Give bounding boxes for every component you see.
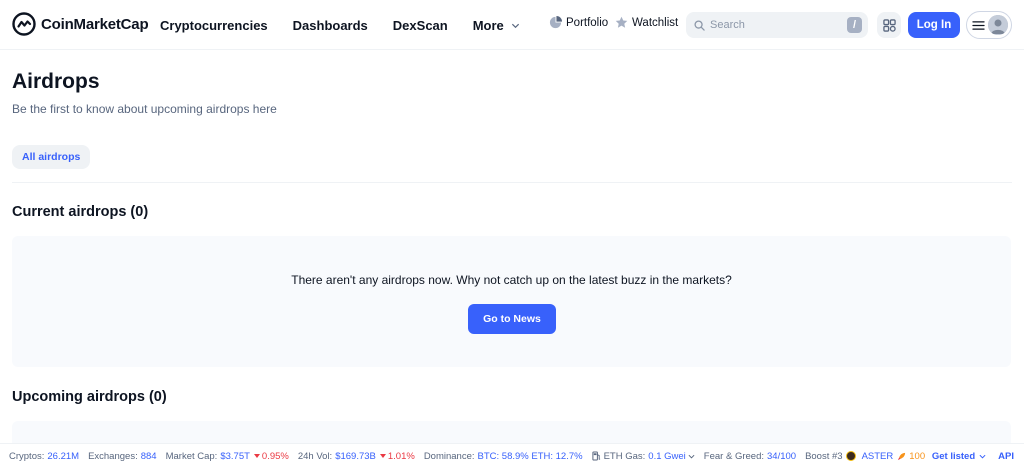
search-icon <box>694 19 705 31</box>
pie-chart-icon <box>549 16 562 29</box>
search-shortcut-key: / <box>847 17 862 33</box>
stat-volume-value: $169.73B <box>335 450 376 462</box>
tab-all-airdrops[interactable]: All airdrops <box>12 145 91 169</box>
page-title: Airdrops <box>12 70 100 93</box>
gas-pump-icon <box>591 451 600 461</box>
coinmarketcap-logo-icon <box>12 12 36 36</box>
watchlist-link[interactable]: Watchlist <box>615 16 678 29</box>
stat-cryptos[interactable]: Cryptos: 26.21M <box>9 451 79 462</box>
portfolio-link[interactable]: Portfolio <box>549 16 608 29</box>
login-button[interactable]: Log In <box>908 12 960 38</box>
stat-24h-volume[interactable]: 24h Vol: $169.73B 1.01% <box>298 451 415 462</box>
go-to-news-button[interactable]: Go to News <box>468 304 556 334</box>
stat-eth-gas[interactable]: ETH Gas: 0.1 Gwei <box>591 450 695 462</box>
api-link[interactable]: API <box>998 451 1014 462</box>
upcoming-airdrops-title: Upcoming airdrops (0) <box>12 389 167 405</box>
user-avatar-icon <box>988 15 1008 35</box>
empty-state-message: There aren't any airdrops now. Why not c… <box>291 273 732 287</box>
stat-cryptos-label: Cryptos: <box>9 450 45 462</box>
apps-button[interactable] <box>877 12 901 38</box>
nav-more[interactable]: More <box>473 18 520 33</box>
chevron-down-icon <box>979 454 986 459</box>
nav-dashboards[interactable]: Dashboards <box>293 18 368 33</box>
brand-name: CoinMarketCap <box>41 15 149 33</box>
stat-boost-coin: ASTER <box>861 450 894 462</box>
nav-dexscan[interactable]: DexScan <box>393 18 448 33</box>
stat-gas-label: ETH Gas: <box>603 450 646 462</box>
stat-dominance-label: Dominance: <box>423 450 475 462</box>
nav-more-label: More <box>472 17 504 33</box>
section-divider <box>12 182 1012 183</box>
stat-market-cap[interactable]: Market Cap: $3.75T 0.95% <box>166 451 289 462</box>
main-nav: Cryptocurrencies Dashboards DexScan More <box>160 0 545 50</box>
hamburger-menu-icon <box>972 20 985 30</box>
stat-gas-value: 0.1 Gwei <box>648 450 686 462</box>
stat-market-cap-value: $3.75T <box>220 450 250 462</box>
portfolio-label: Portfolio <box>566 16 609 29</box>
apps-grid-icon <box>882 18 896 32</box>
stat-market-cap-change: 0.95% <box>254 451 289 462</box>
watchlist-label: Watchlist <box>632 16 679 29</box>
top-header: CoinMarketCap Cryptocurrencies Dashboard… <box>0 0 1024 50</box>
get-listed-link[interactable]: Get listed <box>932 451 986 462</box>
stat-cryptos-value: 26.21M <box>47 450 80 462</box>
aster-coin-icon <box>845 451 856 461</box>
user-menu-button[interactable] <box>966 11 1012 39</box>
search-input[interactable] <box>710 19 840 31</box>
get-listed-label: Get listed <box>931 451 976 462</box>
stat-volume-label: 24h Vol: <box>297 450 333 462</box>
star-icon <box>615 16 628 28</box>
stat-exchanges-value: 884 <box>140 450 157 462</box>
stat-fear-value: 34/100 <box>767 450 797 462</box>
stat-dominance-value: BTC: 58.9% ETH: 12.7% <box>477 450 583 462</box>
nav-cryptocurrencies[interactable]: Cryptocurrencies <box>160 18 268 33</box>
stat-boost-label: Boost #3 <box>805 450 843 462</box>
coinmarketcap-logo[interactable]: CoinMarketCap <box>12 12 149 36</box>
page-subtitle: Be the first to know about upcoming aird… <box>12 102 277 116</box>
stat-fear-greed[interactable]: Fear & Greed: 34/100 <box>704 451 796 462</box>
current-airdrops-title: Current airdrops (0) <box>12 204 149 220</box>
global-stats-bar: Cryptos: 26.21M Exchanges: 884 Market Ca… <box>0 443 1024 468</box>
avatar <box>988 15 1008 35</box>
stat-fear-label: Fear & Greed: <box>703 450 764 462</box>
stat-exchanges-label: Exchanges: <box>88 450 138 462</box>
stat-boost[interactable]: Boost #3 ASTER 100 <box>805 451 925 462</box>
chevron-down-icon <box>688 454 695 458</box>
stat-market-cap-label: Market Cap: <box>165 450 218 462</box>
stat-exchanges[interactable]: Exchanges: 884 <box>88 451 157 462</box>
footer-links: Get listed API <box>920 444 1014 468</box>
current-airdrops-empty-state: There aren't any airdrops now. Why not c… <box>12 236 1011 367</box>
search-box[interactable]: / <box>686 12 868 38</box>
stat-volume-change: 1.01% <box>380 451 415 462</box>
chevron-down-icon <box>511 23 519 28</box>
stat-dominance[interactable]: Dominance: BTC: 58.9% ETH: 12.7% <box>424 451 583 462</box>
rocket-icon <box>898 452 906 460</box>
